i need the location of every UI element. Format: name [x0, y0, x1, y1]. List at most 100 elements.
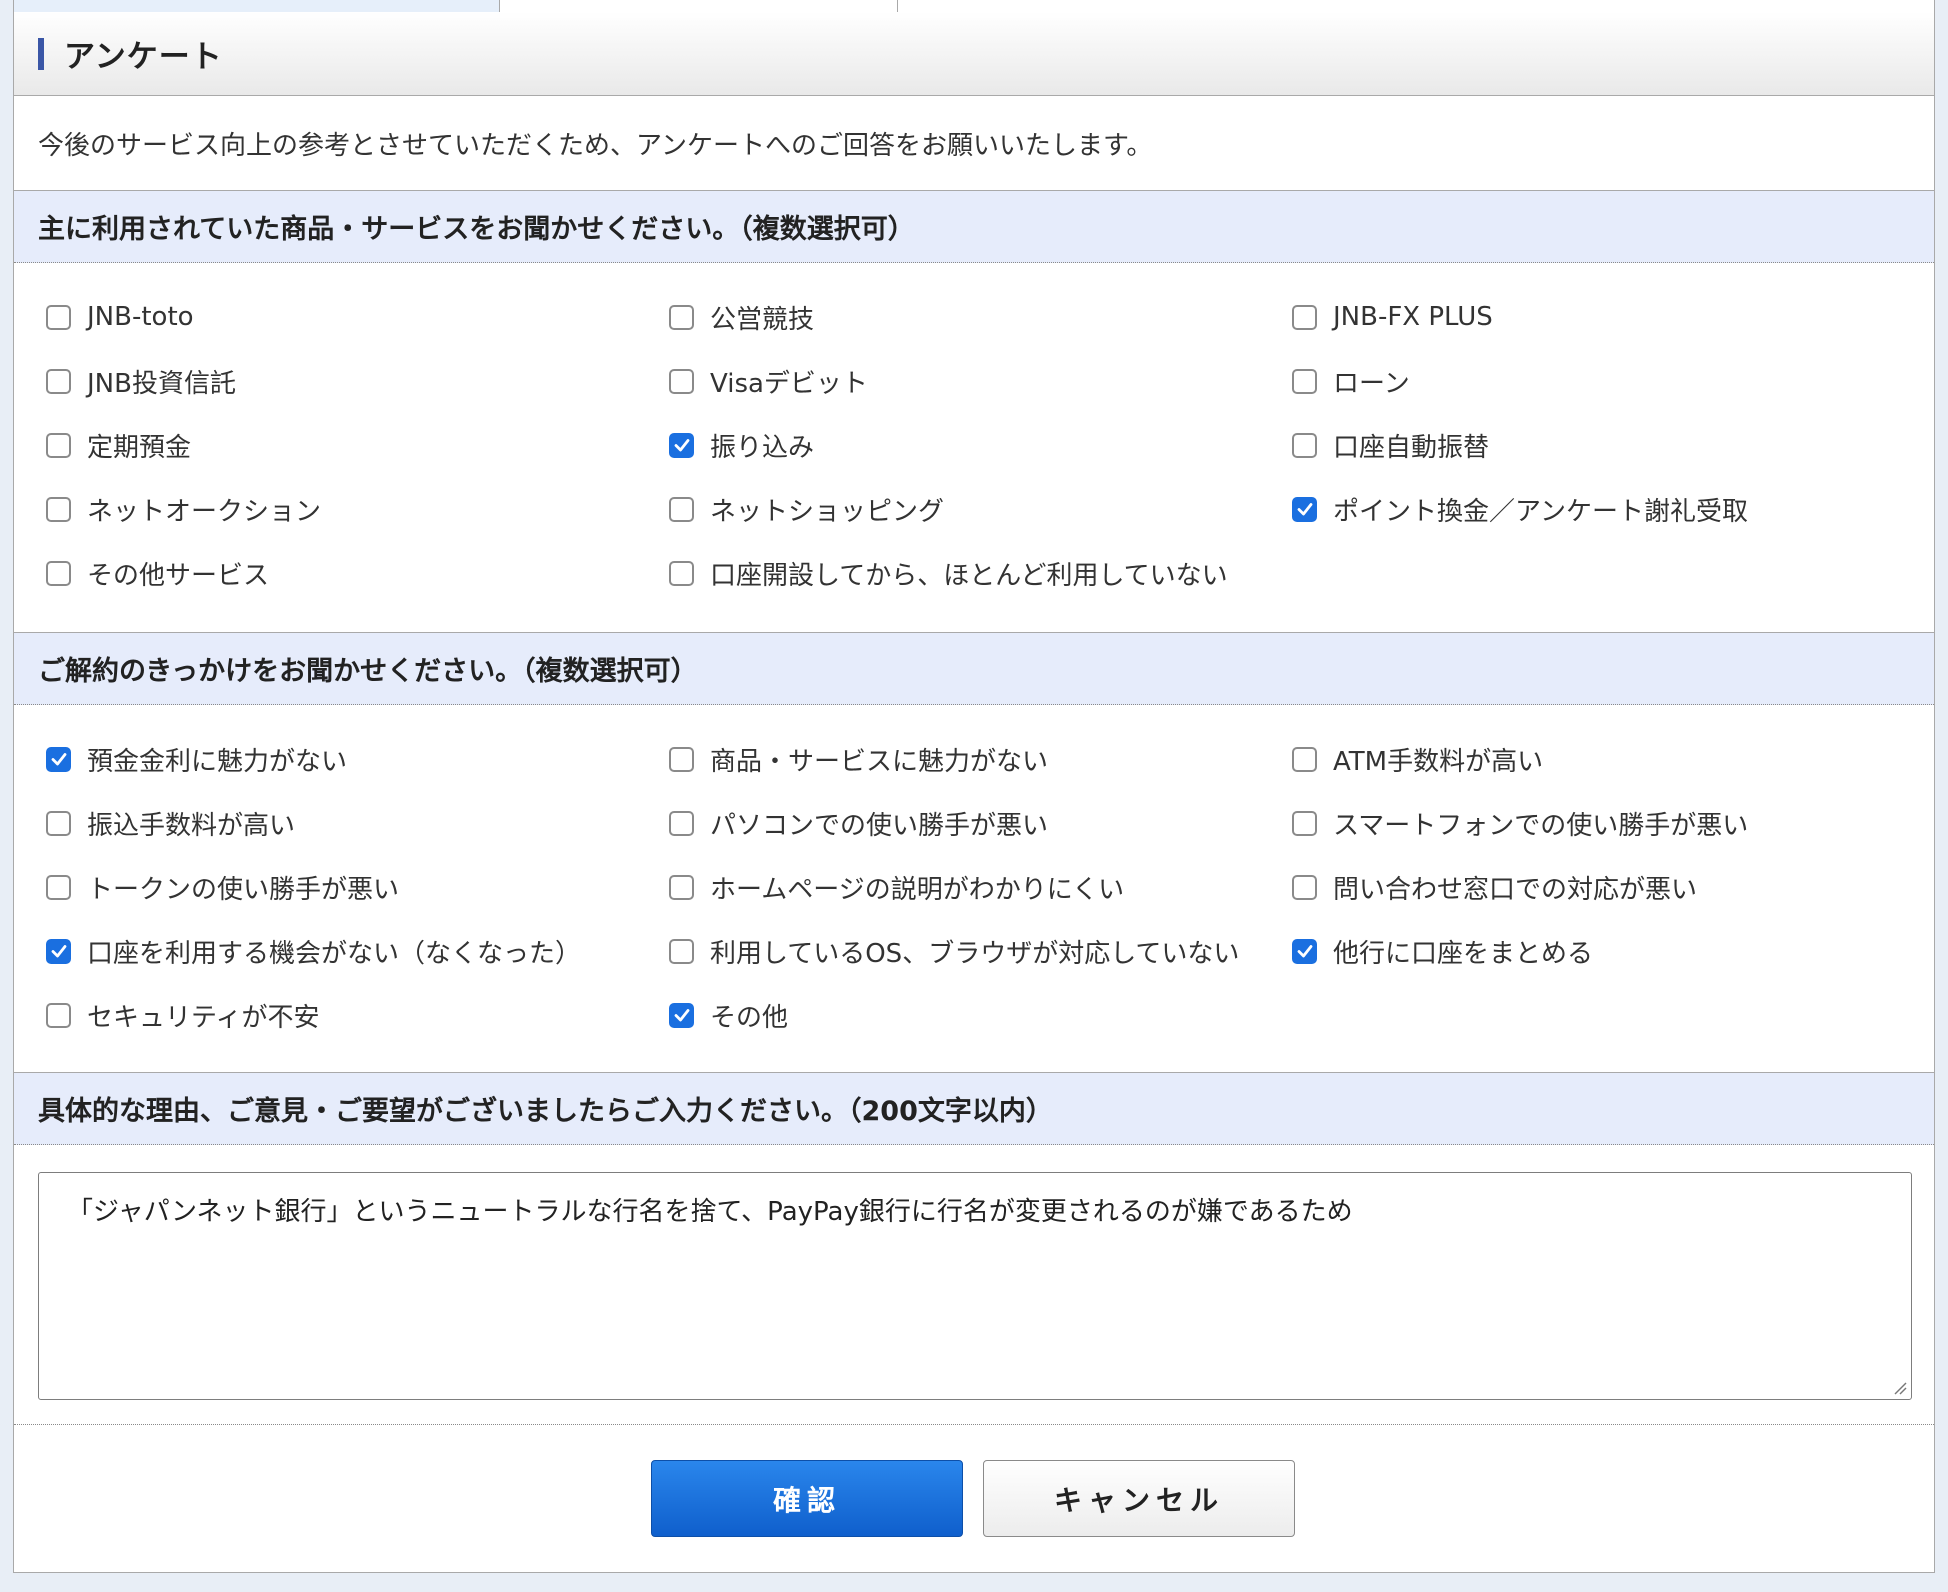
option-label: セキュリティが不安	[87, 1002, 320, 1033]
q2-option[interactable]: 口座を利用する機会がない（なくなった）	[46, 919, 669, 983]
checkbox[interactable]	[1292, 746, 1317, 772]
checkbox[interactable]	[669, 1002, 694, 1028]
option-label: ホームページの説明がわかりにくい	[710, 874, 1125, 905]
option-label: JNB投資信託	[87, 368, 236, 399]
option-label: 商品・サービスに魅力がない	[710, 746, 1049, 777]
checkbox[interactable]	[46, 874, 71, 900]
survey-intro: 今後のサービス向上の参考とさせていただくため、アンケートへのご回答をお願いいたし…	[14, 96, 1934, 191]
question-1-option-grid: JNB-toto 公営競技 JNB-FX PLUS JNB投資信託 Visaデビット ロー…	[46, 285, 1915, 605]
cancel-button[interactable]: キャンセル	[983, 1460, 1295, 1537]
q2-option[interactable]: 問い合わせ窓口での対応が悪い	[1292, 855, 1915, 919]
resize-grip-icon[interactable]	[1891, 1379, 1907, 1395]
option-label: 預金金利に魅力がない	[87, 746, 348, 777]
q1-option[interactable]: 公営競技	[669, 285, 1292, 349]
option-label: 口座を利用する機会がない（なくなった）	[87, 938, 582, 969]
question-1-heading: 主に利用されていた商品・サービスをお聞かせください。（複数選択可）	[14, 191, 1934, 263]
check-icon	[51, 945, 66, 958]
q2-option[interactable]: 預金金利に魅力がない	[46, 727, 669, 791]
option-label: JNB-toto	[87, 302, 194, 332]
checkbox[interactable]	[669, 560, 694, 586]
q2-option[interactable]: パソコンでの使い勝手が悪い	[669, 791, 1292, 855]
checkbox[interactable]	[46, 432, 71, 458]
option-label: 他行に口座をまとめる	[1333, 938, 1594, 969]
checkbox[interactable]	[46, 1002, 71, 1028]
q2-option[interactable]: 利用しているOS、ブラウザが対応していない	[669, 919, 1292, 983]
check-icon	[51, 753, 66, 766]
checkbox[interactable]	[46, 810, 71, 836]
checkbox[interactable]	[46, 368, 71, 394]
survey-title-bar: アンケート	[14, 12, 1934, 96]
check-icon	[674, 1009, 689, 1022]
q1-option[interactable]: ポイント換金／アンケート謝礼受取	[1292, 477, 1915, 541]
option-label: ポイント換金／アンケート謝礼受取	[1333, 496, 1748, 527]
button-divider	[14, 1424, 1934, 1425]
q2-option[interactable]: 振込手数料が高い	[46, 791, 669, 855]
check-icon	[674, 439, 689, 452]
q2-option[interactable]: 商品・サービスに魅力がない	[669, 727, 1292, 791]
q2-option[interactable]: セキュリティが不安	[46, 983, 669, 1047]
q1-option[interactable]: 口座自動振替	[1292, 413, 1915, 477]
confirm-button[interactable]: 確認	[651, 1460, 963, 1537]
tab-strip-segment	[500, 0, 898, 12]
option-label: 問い合わせ窓口での対応が悪い	[1333, 874, 1698, 905]
checkbox[interactable]	[669, 938, 694, 964]
option-label: その他サービス	[87, 560, 270, 591]
option-label: パソコンでの使い勝手が悪い	[710, 810, 1049, 841]
q2-option[interactable]: トークンの使い勝手が悪い	[46, 855, 669, 919]
q1-option[interactable]: ローン	[1292, 349, 1915, 413]
comment-textarea[interactable]: 「ジャパンネット銀行」というニュートラルな行名を捨て、PayPay銀行に行名が変…	[38, 1172, 1912, 1400]
q1-option[interactable]: JNB投資信託	[46, 349, 669, 413]
checkbox[interactable]	[669, 432, 694, 458]
q1-option[interactable]: JNB-toto	[46, 285, 669, 349]
q1-option[interactable]: ネットショッピング	[669, 477, 1292, 541]
option-label: その他	[710, 1002, 789, 1033]
q1-option[interactable]: 振り込み	[669, 413, 1292, 477]
check-icon	[1297, 945, 1312, 958]
q2-option[interactable]: ホームページの説明がわかりにくい	[669, 855, 1292, 919]
checkbox[interactable]	[669, 496, 694, 522]
checkbox[interactable]	[669, 874, 694, 900]
q1-option[interactable]: 定期預金	[46, 413, 669, 477]
q2-option[interactable]: ATM手数料が高い	[1292, 727, 1915, 791]
checkbox[interactable]	[669, 746, 694, 772]
checkbox[interactable]	[669, 368, 694, 394]
q1-option[interactable]: 口座開設してから、ほとんど利用していない	[669, 541, 1292, 605]
option-label: Visaデビット	[710, 368, 868, 399]
checkbox[interactable]	[1292, 432, 1317, 458]
question-2-heading: ご解約のきっかけをお聞かせください。（複数選択可）	[14, 633, 1934, 705]
checkbox[interactable]	[46, 938, 71, 964]
option-label: 振込手数料が高い	[87, 810, 296, 841]
q1-option[interactable]: ネットオークション	[46, 477, 669, 541]
check-icon	[1297, 503, 1312, 516]
q2-option[interactable]: その他	[669, 983, 1292, 1047]
checkbox[interactable]	[1292, 496, 1317, 522]
q1-option[interactable]: JNB-FX PLUS	[1292, 285, 1915, 349]
checkbox[interactable]	[1292, 368, 1317, 394]
option-label: 口座開設してから、ほとんど利用していない	[710, 560, 1228, 591]
option-label: 振り込み	[710, 432, 815, 463]
option-label: 定期預金	[87, 432, 192, 463]
q1-option[interactable]: その他サービス	[46, 541, 669, 605]
tab-strip-segment	[14, 0, 500, 12]
q2-option[interactable]: スマートフォンでの使い勝手が悪い	[1292, 791, 1915, 855]
q1-option[interactable]: Visaデビット	[669, 349, 1292, 413]
top-tab-strip	[14, 0, 1934, 12]
checkbox[interactable]	[46, 560, 71, 586]
checkbox[interactable]	[1292, 938, 1317, 964]
option-label: トークンの使い勝手が悪い	[87, 874, 400, 905]
checkbox[interactable]	[46, 304, 71, 330]
checkbox[interactable]	[1292, 874, 1317, 900]
checkbox[interactable]	[669, 304, 694, 330]
option-label: ローン	[1333, 368, 1410, 399]
checkbox[interactable]	[46, 746, 71, 772]
tab-strip-segment	[898, 0, 1934, 12]
option-label: スマートフォンでの使い勝手が悪い	[1333, 810, 1749, 841]
question-1-options: JNB-toto 公営競技 JNB-FX PLUS JNB投資信託 Visaデビット ロー…	[14, 263, 1934, 633]
comment-text: 「ジャパンネット銀行」というニュートラルな行名を捨て、PayPay銀行に行名が変…	[67, 1197, 1353, 1227]
checkbox[interactable]	[1292, 810, 1317, 836]
q2-option[interactable]: 他行に口座をまとめる	[1292, 919, 1915, 983]
checkbox[interactable]	[669, 810, 694, 836]
checkbox[interactable]	[46, 496, 71, 522]
question-2-option-grid: 預金金利に魅力がない 商品・サービスに魅力がない ATM手数料が高い振込手数料が高い…	[46, 727, 1915, 1047]
checkbox[interactable]	[1292, 304, 1317, 330]
